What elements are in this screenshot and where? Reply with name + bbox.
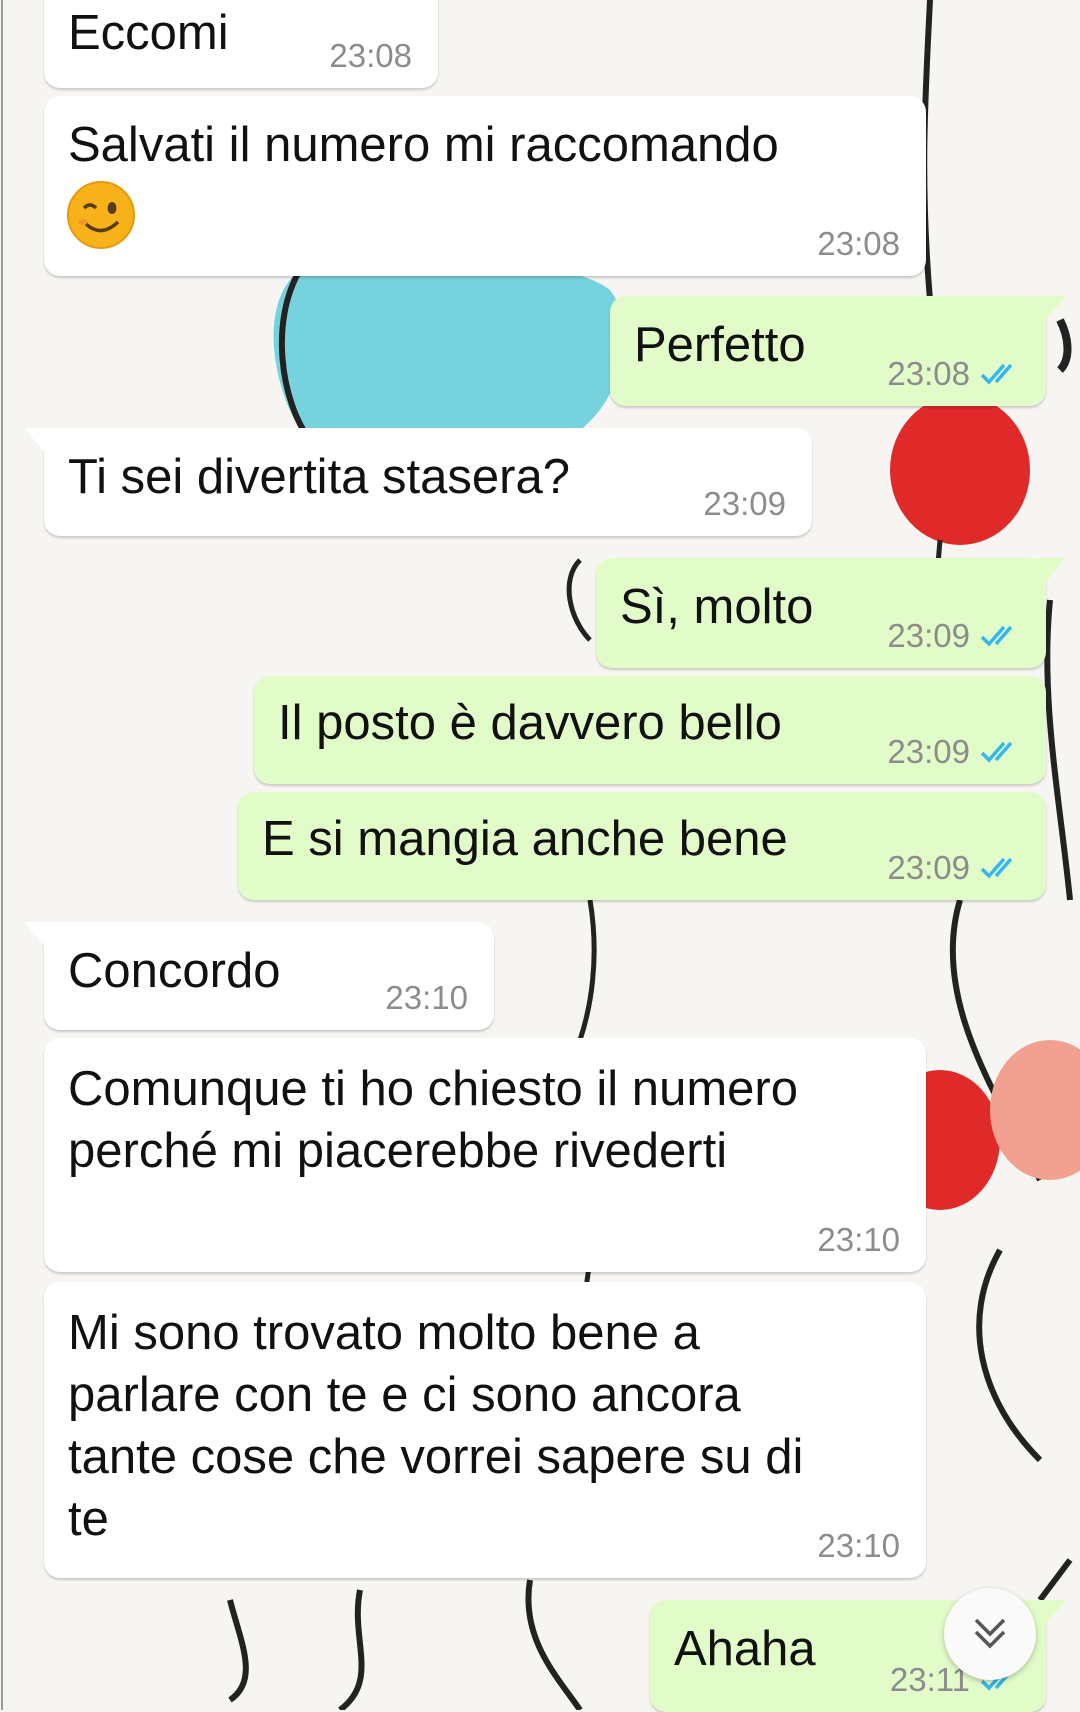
message-bubble-incoming[interactable]: Eccomi 23:08 [44, 0, 438, 88]
message-bubble-incoming[interactable]: Ti sei divertita stasera? 23:09 [24, 428, 812, 536]
message-time: 23:09 [887, 849, 970, 886]
double-check-icon [980, 625, 1013, 647]
message-text: tante cose che vorrei sapere su di [68, 1430, 804, 1484]
message-text: Mi sono trovato molto bene a [68, 1306, 700, 1360]
double-chevron-down-icon [974, 1618, 1006, 1649]
message-time: 23:09 [887, 733, 970, 770]
message-text: Comunque ti ho chiesto il numero [68, 1062, 798, 1116]
message-bubble-incoming[interactable]: Comunque ti ho chiesto il numero perché … [44, 1038, 926, 1272]
message-time: 23:08 [887, 355, 970, 392]
message-text: Perfetto [634, 318, 806, 372]
message-text: Concordo [68, 944, 281, 998]
message-text: Ahaha [674, 1622, 816, 1676]
message-text: Salvati il numero mi raccomando [68, 118, 779, 172]
message-text: perché mi piacerebbe rivederti [68, 1124, 728, 1178]
message-meta: 23:09 [887, 734, 1024, 770]
scroll-to-bottom-button[interactable] [944, 1588, 1036, 1680]
bubble-tail [24, 428, 56, 454]
message-text: Il posto è davvero bello [278, 696, 782, 750]
message-text: E si mangia anche bene [262, 812, 788, 866]
message-time: 23:09 [887, 617, 970, 654]
message-meta: 23:08 [887, 356, 1024, 392]
winking-face-emoji [67, 181, 135, 249]
message-bubble-outgoing[interactable]: Il posto è davvero bello 23:09 [254, 676, 1046, 784]
double-check-icon [980, 363, 1013, 385]
message-meta: 23:10 [385, 980, 468, 1016]
message-text: Ti sei divertita stasera? [68, 450, 570, 504]
message-bubble-outgoing[interactable]: Perfetto 23:08 [610, 296, 1066, 406]
double-check-icon [980, 741, 1013, 763]
message-text: Eccomi [68, 6, 229, 60]
message-time: 23:10 [385, 979, 468, 1016]
message-text: parlare con te e ci sono ancora [68, 1368, 741, 1422]
message-time: 23:08 [817, 225, 900, 262]
bubble-tail [24, 922, 56, 948]
double-check-icon [980, 857, 1013, 879]
message-time: 23:10 [817, 1527, 900, 1564]
message-text: te [68, 1492, 109, 1546]
message-bubble-outgoing[interactable]: E si mangia anche bene 23:09 [238, 792, 1046, 900]
bubble-tail [1034, 296, 1066, 322]
message-bubble-incoming[interactable]: Salvati il numero mi raccomando 23:08 [44, 96, 926, 276]
message-time: 23:09 [703, 485, 786, 522]
message-text: Sì, molto [620, 580, 814, 634]
message-meta: 23:08 [329, 38, 412, 74]
message-meta: 23:09 [703, 486, 786, 522]
message-meta: 23:09 [887, 850, 1024, 886]
bubble-tail [1034, 558, 1066, 584]
message-bubble-incoming[interactable]: Mi sono trovato molto bene a parlare con… [44, 1282, 926, 1578]
message-bubble-outgoing[interactable]: Sì, molto 23:09 [596, 558, 1066, 668]
message-meta: 23:10 [817, 1528, 900, 1564]
message-meta: 23:10 [817, 1222, 900, 1258]
message-bubble-incoming[interactable]: Concordo 23:10 [24, 922, 494, 1030]
bubble-tail [1034, 1600, 1066, 1626]
message-meta: 23:09 [887, 618, 1024, 654]
message-time: 23:08 [329, 37, 412, 74]
message-meta: 23:08 [817, 226, 900, 262]
message-time: 23:10 [817, 1221, 900, 1258]
